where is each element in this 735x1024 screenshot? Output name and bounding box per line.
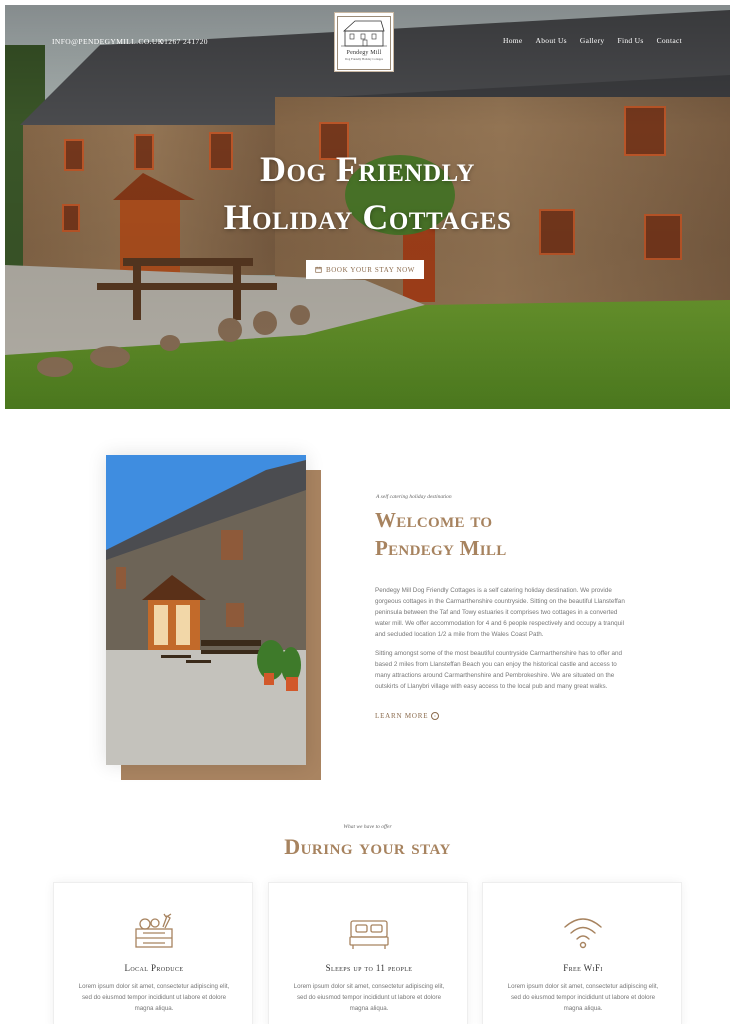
produce-crate-icon xyxy=(135,913,173,948)
nav-about-us[interactable]: About Us xyxy=(536,36,567,45)
cottage-photo xyxy=(106,455,306,765)
bed-icon xyxy=(349,920,389,949)
card-text: Lorem ipsum dolor sit amet, consectetur … xyxy=(293,983,445,1012)
logo-name: Pendegy Mill xyxy=(346,50,382,56)
card-title: Local Produce xyxy=(124,963,184,973)
nav-find-us[interactable]: Find Us xyxy=(617,36,643,45)
welcome-paragraph-1: Pendegy Mill Dog Friendly Cottages is a … xyxy=(375,587,625,638)
stay-title: During your stay xyxy=(284,834,451,859)
book-stay-button[interactable]: BOOK YOUR STAY NOW xyxy=(306,260,424,279)
learn-more-link[interactable]: LEARN MORE › xyxy=(375,712,440,720)
welcome-paragraph-2: Sitting amongst some of the most beautif… xyxy=(375,650,622,690)
nav-home[interactable]: Home xyxy=(503,36,523,45)
arrow-right-circle-icon: › xyxy=(431,712,440,720)
mill-sketch-icon xyxy=(341,20,387,47)
nav-gallery[interactable]: Gallery xyxy=(580,36,605,45)
nav-contact[interactable]: Contact xyxy=(657,36,682,45)
phone-link[interactable]: 01267 241720 xyxy=(160,37,208,46)
main-nav: Home About Us Gallery Find Us Contact xyxy=(503,36,682,45)
welcome-kicker: A self catering holiday destination xyxy=(376,494,452,500)
learn-more-label: LEARN MORE xyxy=(375,712,429,720)
card-title: Free WiFi xyxy=(563,963,603,973)
wifi-icon xyxy=(564,918,602,949)
feature-card-wifi: Free WiFi Lorem ipsum dolor sit amet, co… xyxy=(482,882,682,1024)
welcome-title-line2: Pendegy Mill xyxy=(375,536,507,560)
email-link[interactable]: INFO@PENDEGYMILL.CO.UK xyxy=(52,37,164,46)
top-bar: INFO@PENDEGYMILL.CO.UK 01267 241720 Pend… xyxy=(5,5,730,85)
site-logo[interactable]: Pendegy Mill Dog Friendly Holiday Cottag… xyxy=(334,12,394,72)
book-stay-label: BOOK YOUR STAY NOW xyxy=(326,265,415,274)
cottage-photo-image xyxy=(106,455,306,765)
welcome-title-line1: Welcome to xyxy=(375,508,493,532)
logo-frame: Pendegy Mill Dog Friendly Holiday Cottag… xyxy=(337,16,391,70)
card-text: Lorem ipsum dolor sit amet, consectetur … xyxy=(78,983,230,1012)
card-text: Lorem ipsum dolor sit amet, consectetur … xyxy=(507,983,659,1012)
hero-title-line1: Dog Friendly xyxy=(260,149,475,189)
feature-card-sleeps: Sleeps up to 11 people Lorem ipsum dolor… xyxy=(268,882,468,1024)
welcome-title: Welcome to Pendegy Mill xyxy=(375,506,635,562)
calendar-icon xyxy=(315,266,322,273)
hero-title-line2: Holiday Cottages xyxy=(223,197,512,237)
feature-card-local-produce: Local Produce Lorem ipsum dolor sit amet… xyxy=(53,882,253,1024)
card-title: Sleeps up to 11 people xyxy=(325,963,413,973)
logo-tagline: Dog Friendly Holiday Cottages xyxy=(345,57,383,61)
stay-kicker: What we have to offer xyxy=(343,824,392,830)
hero-section: INFO@PENDEGYMILL.CO.UK 01267 241720 Pend… xyxy=(5,5,730,409)
hero-title: Dog Friendly Holiday Cottages xyxy=(5,145,730,241)
